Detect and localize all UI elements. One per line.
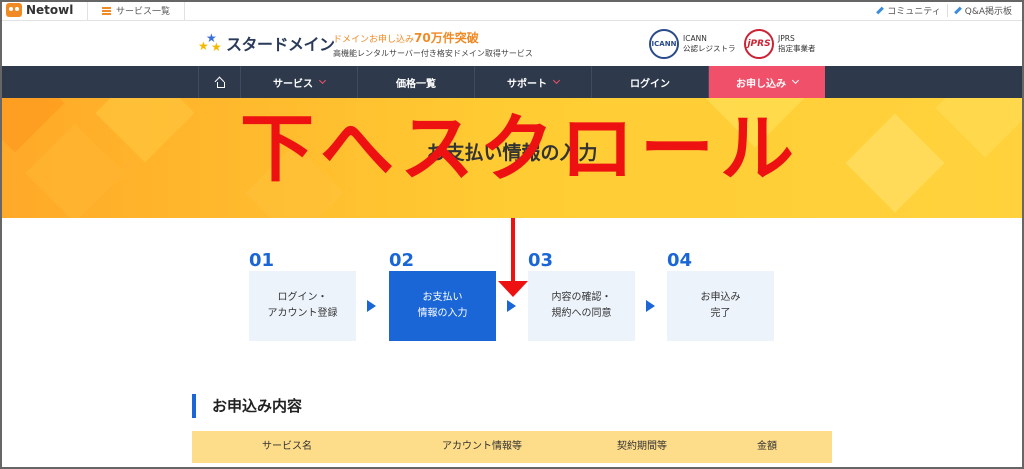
nav-login[interactable]: ログイン [592,66,709,98]
icann-badge: ICANN ICANN 公認レジストラ [649,29,736,59]
nav-support-label: サポート [507,78,547,90]
top-utility-bar: Netowl サービス一覧 コミュニティ Q&A掲示板 [0,0,1024,21]
step-number: 02 [389,250,415,271]
community-link[interactable]: コミュニティ [870,4,946,17]
jprs-seal-icon: jPRS [744,29,774,59]
step-login-account: ログイン・ アカウント登録 [249,271,356,341]
icann-seal-icon: ICANN [649,29,679,59]
step-confirm-terms: 内容の確認・ 規約への同意 [528,271,635,341]
list-icon [102,6,111,15]
section-title: お申込み内容 [192,394,302,418]
column-header: アカウント情報等 [442,441,522,452]
netowl-brand: Netowl [26,3,74,17]
tagline-sub: 高機能レンタルサーバー付き格安ドメイン取得サービス [333,49,533,58]
order-table-header: サービス名 アカウント情報等 契約期間等 金額 [192,431,832,463]
tagline-highlight: 70万件突破 [414,31,479,45]
logo-name: スタードメイン [226,35,335,54]
scroll-down-annotation: 下へスクロール [240,106,800,192]
tagline: ドメインお申し込み70万件突破 高機能レンタルサーバー付き格安ドメイン取得サービ… [333,29,533,59]
nav-home[interactable] [198,66,241,98]
column-header: サービス名 [262,441,312,452]
nav-apply[interactable]: お申し込み [709,66,825,98]
top-links: コミュニティ Q&A掲示板 [870,0,1018,21]
arrow-down-icon [498,281,528,297]
community-label: コミュニティ [887,7,941,17]
nav-price-label: 価格一覧 [396,78,436,90]
step-arrow-icon [507,300,516,312]
step-number: 04 [667,250,693,271]
main-nav: サービス 価格一覧 サポート ログイン お申し込み [0,66,1024,98]
step-complete: お申込み 完了 [667,271,774,341]
icann-label: ICANN [683,34,707,44]
qa-board-label: Q&A掲示板 [964,7,1012,17]
chevron-down-icon [791,76,800,85]
column-header: 契約期間等 [617,441,667,452]
column-header: 金額 [757,441,777,452]
jprs-label: JPRS [778,34,795,44]
icann-sub: 公認レジストラ [683,44,736,53]
home-icon [215,78,225,88]
step-arrow-icon [646,300,655,312]
qa-board-link[interactable]: Q&A掲示板 [946,4,1018,17]
site-header: ★ ★ ★ スタードメイン ドメインお申し込み70万件突破 高機能レンタルサーバ… [0,21,1024,66]
service-list-link[interactable]: サービス一覧 [87,0,186,21]
site-logo[interactable]: ★ ★ ★ スタードメイン [198,31,335,55]
chevron-down-icon [552,76,561,85]
nav-services-label: サービス [273,78,313,90]
pencil-icon [953,6,962,15]
stars-icon: ★ ★ ★ [198,31,222,54]
step-number: 03 [528,250,554,271]
chevron-down-icon [318,76,327,85]
netowl-logo[interactable]: Netowl [6,3,73,17]
nav-price-list[interactable]: 価格一覧 [358,66,475,98]
jprs-badge: jPRS JPRS 指定事業者 [744,29,816,59]
service-list-label: サービス一覧 [116,7,171,17]
tagline-prefix: ドメインお申し込み [333,35,415,45]
step-payment-info: お支払い 情報の入力 [389,271,496,341]
step-number: 01 [249,250,275,271]
nav-login-label: ログイン [630,78,670,90]
owl-icon [6,3,22,17]
pencil-icon [876,6,885,15]
nav-services[interactable]: サービス [241,66,358,98]
step-arrow-icon [367,300,376,312]
jprs-sub: 指定事業者 [778,44,816,53]
nav-apply-label: お申し込み [736,78,786,90]
nav-support[interactable]: サポート [475,66,592,98]
